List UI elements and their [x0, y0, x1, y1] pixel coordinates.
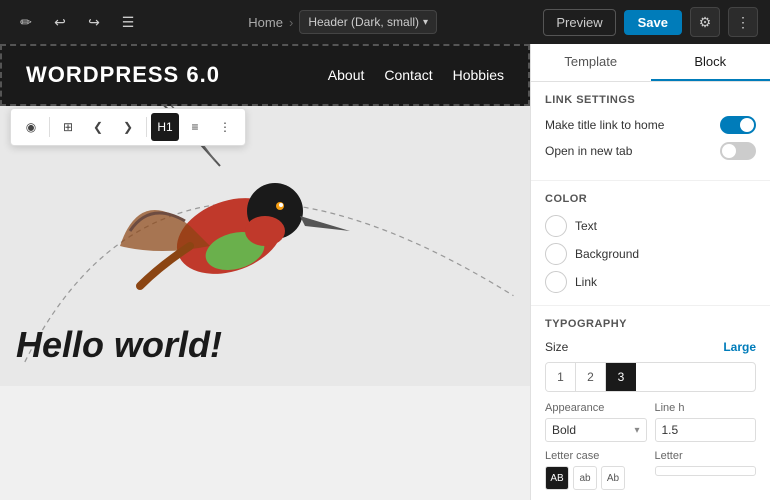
open-new-tab-toggle[interactable]	[720, 142, 756, 160]
block-tool-h1[interactable]: H1	[151, 113, 179, 141]
open-new-tab-row: Open in new tab	[545, 142, 756, 160]
block-tool-prev[interactable]: ❮	[84, 113, 112, 141]
block-tool-next[interactable]: ❯	[114, 113, 142, 141]
block-tool-align[interactable]: ≡	[181, 113, 209, 141]
block-toolbar: ◉ ⊞ ❮ ❯ H1 ≡ ⋮	[10, 108, 246, 146]
redo-icon[interactable]: ↪	[80, 8, 108, 36]
breadcrumb-dropdown[interactable]: Header (Dark, small) ▾	[299, 10, 437, 34]
open-new-tab-knob	[722, 144, 736, 158]
color-circle-background	[545, 243, 567, 265]
block-tool-more[interactable]: ⋮	[211, 113, 239, 141]
color-title: Color	[545, 193, 756, 205]
toolbar-right: Preview Save ⚙ ⋮	[543, 7, 758, 37]
panel-tabs: Template Block	[531, 44, 770, 82]
size-btn-1[interactable]: 1	[546, 363, 576, 391]
more-options-icon[interactable]: ⋮	[728, 7, 758, 37]
line-height-field: Line h 1.5	[655, 402, 757, 442]
typography-title: Typography	[545, 318, 756, 330]
letter-case-row: Letter case AB ab Ab Letter	[545, 450, 756, 490]
line-height-val: 1.5	[662, 423, 679, 437]
make-title-link-row: Make title link to home	[545, 116, 756, 134]
appearance-row: Appearance Bold ▾ Line h 1.5	[545, 402, 756, 442]
make-title-link-knob	[740, 118, 754, 132]
nav-link-hobbies[interactable]: Hobbies	[453, 67, 504, 83]
color-option-link[interactable]: Link	[545, 271, 756, 293]
main-area: WORDPRESS 6.0 About Contact Hobbies ◉ ⊞ …	[0, 44, 770, 500]
link-settings-section: Link settings Make title link to home Op…	[531, 82, 770, 181]
color-label-link: Link	[575, 275, 597, 289]
appearance-field: Appearance Bold ▾	[545, 402, 647, 442]
hello-world-text: Hello world!	[16, 324, 222, 366]
size-btn-2[interactable]: 2	[576, 363, 606, 391]
chevron-down-icon: ▾	[423, 17, 428, 28]
typography-section: Typography Size Large 1 2 3 Appearance B…	[531, 306, 770, 500]
size-label: Size	[545, 340, 568, 354]
block-tool-grid[interactable]: ⊞	[54, 113, 82, 141]
appearance-chevron: ▾	[634, 425, 639, 436]
letter-spacing-label: Letter	[655, 450, 757, 462]
nav-link-contact[interactable]: Contact	[384, 67, 432, 83]
size-btn-3[interactable]: 3	[606, 363, 636, 391]
lc-buttons: AB ab Ab	[545, 466, 647, 490]
canvas-area: WORDPRESS 6.0 About Contact Hobbies ◉ ⊞ …	[0, 44, 530, 500]
line-height-label: Line h	[655, 402, 757, 414]
color-label-text: Text	[575, 219, 597, 233]
toolbar-separator-1	[49, 117, 50, 137]
color-option-text[interactable]: Text	[545, 215, 756, 237]
preview-button[interactable]: Preview	[543, 9, 615, 36]
nav-links: About Contact Hobbies	[328, 67, 504, 83]
color-options: Text Background Link	[545, 215, 756, 293]
bird-section: Hello world!	[0, 106, 530, 386]
lc-btn-lower[interactable]: ab	[573, 466, 597, 490]
letter-spacing-field: Letter	[655, 450, 757, 490]
site-title: WORDPRESS 6.0	[26, 62, 220, 88]
line-height-input[interactable]: 1.5	[655, 418, 757, 442]
tab-template[interactable]: Template	[531, 44, 651, 81]
lc-btn-upper[interactable]: AB	[545, 466, 569, 490]
toolbar-left: ✏ ↩ ↪ ☰	[12, 8, 142, 36]
breadcrumb-separator: ›	[289, 15, 293, 30]
page-content: WORDPRESS 6.0 About Contact Hobbies ◉ ⊞ …	[0, 44, 530, 500]
breadcrumb-home[interactable]: Home	[248, 15, 283, 30]
nav-link-about[interactable]: About	[328, 67, 365, 83]
color-option-background[interactable]: Background	[545, 243, 756, 265]
save-button[interactable]: Save	[624, 10, 682, 35]
make-title-link-label: Make title link to home	[545, 118, 720, 132]
letter-spacing-input[interactable]	[655, 466, 757, 476]
letter-case-field: Letter case AB ab Ab	[545, 450, 647, 490]
toolbar-center: Home › Header (Dark, small) ▾	[150, 10, 535, 34]
color-circle-link	[545, 271, 567, 293]
letter-case-label: Letter case	[545, 450, 647, 462]
size-buttons: 1 2 3	[545, 362, 756, 392]
undo-icon[interactable]: ↩	[46, 8, 74, 36]
page-header[interactable]: WORDPRESS 6.0 About Contact Hobbies	[0, 44, 530, 106]
toolbar-separator-2	[146, 117, 147, 137]
block-tool-type[interactable]: ◉	[17, 113, 45, 141]
right-panel: Template Block Link settings Make title …	[530, 44, 770, 500]
make-title-link-toggle[interactable]	[720, 116, 756, 134]
size-buttons-container: 1 2 3	[545, 362, 756, 392]
open-new-tab-label: Open in new tab	[545, 144, 720, 158]
menu-icon[interactable]: ☰	[114, 8, 142, 36]
color-circle-text	[545, 215, 567, 237]
top-toolbar: ✏ ↩ ↪ ☰ Home › Header (Dark, small) ▾ Pr…	[0, 0, 770, 44]
typo-size-row: Size Large	[545, 340, 756, 354]
draw-icon[interactable]: ✏	[12, 8, 40, 36]
appearance-input[interactable]: Bold ▾	[545, 418, 647, 442]
tab-block[interactable]: Block	[651, 44, 770, 81]
size-val: Large	[723, 340, 756, 354]
appearance-label: Appearance	[545, 402, 647, 414]
lc-btn-title[interactable]: Ab	[601, 466, 625, 490]
breadcrumb-current: Header (Dark, small)	[308, 15, 419, 29]
color-label-background: Background	[575, 247, 639, 261]
color-section: Color Text Background Link	[531, 181, 770, 306]
settings-icon[interactable]: ⚙	[690, 7, 720, 37]
link-settings-title: Link settings	[545, 94, 756, 106]
appearance-val: Bold	[552, 423, 576, 437]
